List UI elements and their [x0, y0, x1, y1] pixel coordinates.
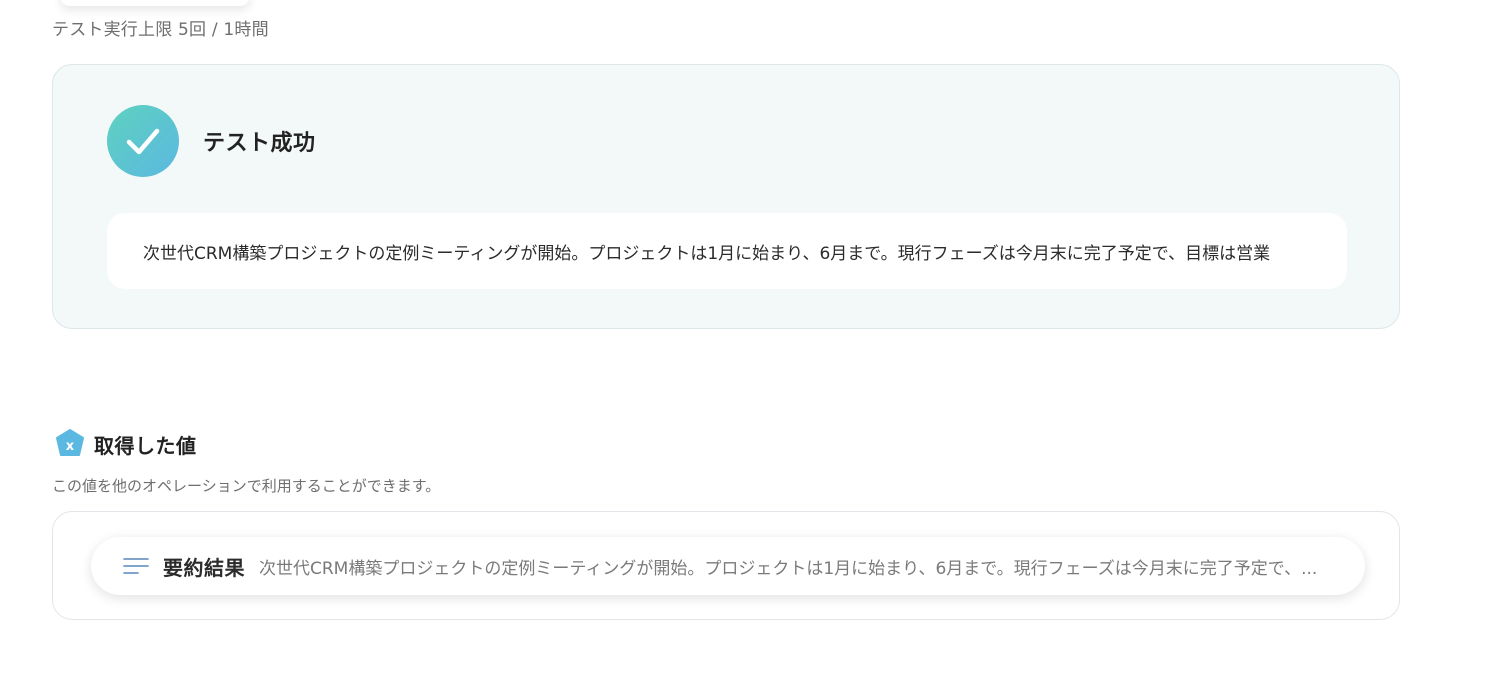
test-result-card: テスト成功 次世代CRM構築プロジェクトの定例ミーティングが開始。プロジェクトは… — [52, 64, 1400, 329]
test-success-title: テスト成功 — [203, 131, 316, 156]
acquired-values-title: 取得した値 — [94, 433, 197, 458]
svg-text:x: x — [66, 439, 75, 454]
acquired-value-text: 次世代CRM構築プロジェクトの定例ミーティングが開始。プロジェクトは1月に始まり… — [259, 558, 1318, 579]
test-limit-text: テスト実行上限 5回 / 1時間 — [52, 20, 269, 40]
lines-icon — [123, 558, 149, 574]
acquired-values-description: この値を他のオペレーションで利用することができます。 — [52, 477, 441, 495]
collapsed-panel-edge — [60, 0, 250, 6]
acquired-value-label: 要約結果 — [163, 555, 245, 580]
acquired-values-header: x 取得した値 — [54, 428, 197, 460]
test-output-box: 次世代CRM構築プロジェクトの定例ミーティングが開始。プロジェクトは1月に始まり… — [107, 213, 1347, 289]
test-output-text: 次世代CRM構築プロジェクトの定例ミーティングが開始。プロジェクトは1月に始まり… — [143, 243, 1271, 264]
acquired-value-item[interactable]: 要約結果 次世代CRM構築プロジェクトの定例ミーティングが開始。プロジェクトは1… — [91, 537, 1365, 595]
check-icon — [107, 105, 179, 177]
variable-icon: x — [56, 429, 84, 456]
acquired-values-card: 要約結果 次世代CRM構築プロジェクトの定例ミーティングが開始。プロジェクトは1… — [52, 511, 1400, 620]
